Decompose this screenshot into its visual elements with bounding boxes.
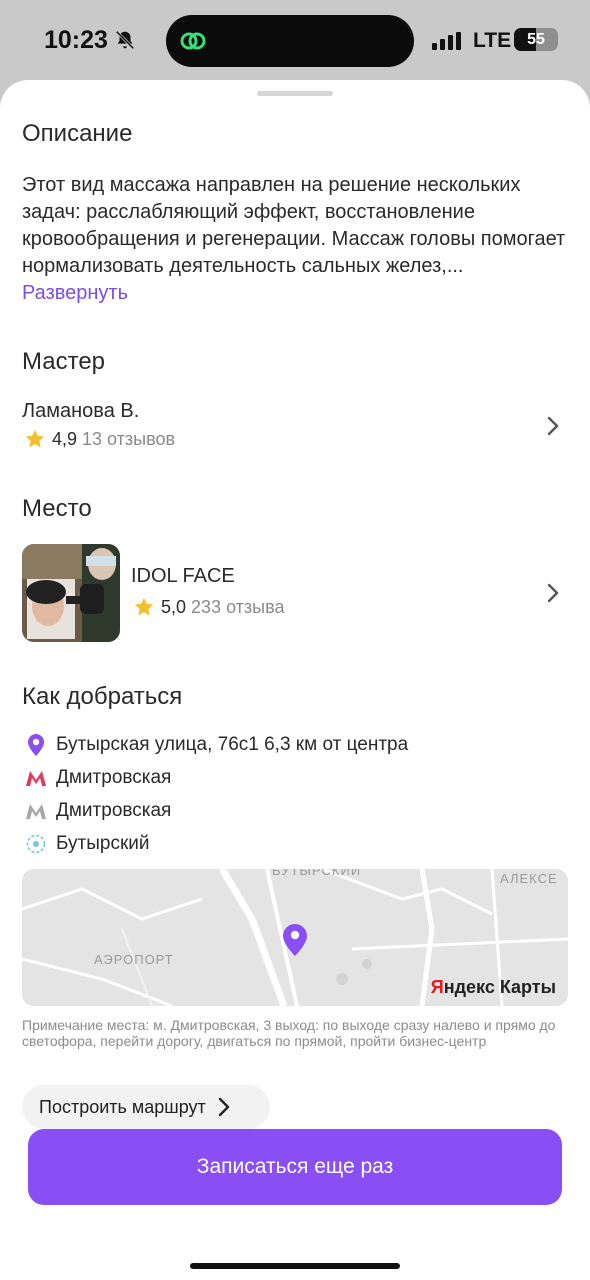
signal-icon [432,32,461,50]
build-route-label: Построить маршрут [39,1096,206,1117]
master-rating-value: 4,9 [52,428,78,449]
metro-station-1: Дмитровская [56,767,172,788]
star-icon [134,597,154,616]
sheet-grabber[interactable] [257,91,333,96]
place-rating: 5,0 233 отзыва [133,596,285,618]
master-reviews-count: 13 отзывов [82,428,176,449]
place-rating-value: 5,0 [161,596,187,617]
status-time: 10:23 [44,26,108,54]
master-title: Мастер [22,348,106,375]
description-title: Описание [22,120,133,147]
map-label-district-2: АЛЕКСЕ [500,871,558,886]
station-row: Бутырский [24,832,150,856]
location-pin-icon [28,734,44,756]
metro-row-1: Дмитровская [24,766,171,790]
address-text: Бутырская улица, 76с1 6,3 км от центра [56,734,409,755]
rail-station-icon [26,834,46,854]
master-rating: 4,9 13 отзывов [24,428,175,450]
address-row: Бутырская улица, 76с1 6,3 км от центра [24,733,408,757]
chevron-right-icon [547,416,559,436]
place-reviews-count: 233 отзыва [191,596,285,617]
yandex-maps-logo: Яндекс Карты [430,977,556,997]
battery-level: 55 [527,31,545,48]
details-sheet: Описание Этот вид массажа направлен на р… [0,80,590,1280]
star-icon [25,429,45,448]
map-label-aeroport: АЭРОПОРТ [94,952,174,967]
dynamic-island [166,15,414,67]
station-name: Бутырский [56,833,150,854]
metro-grey-icon [26,804,46,819]
chevron-right-icon [218,1097,229,1117]
description-body: Этот вид массажа направлен на решение не… [22,174,566,277]
place-name: IDOL FACE [131,565,235,587]
bell-muted-icon [115,30,135,50]
place-title: Место [22,495,92,522]
description-text: Этот вид массажа направлен на решение не… [22,172,572,307]
directions-title: Как добраться [22,683,183,710]
place-note: Примечание места: м. Дмитровская, 3 выхо… [22,1017,556,1049]
battery-icon: 55 [514,28,558,51]
metro-red-icon [26,771,46,786]
metro-station-2: Дмитровская [56,800,172,821]
book-again-button[interactable]: Записаться еще раз [28,1129,562,1205]
metro-row-2: Дмитровская [24,799,171,823]
home-indicator[interactable] [190,1263,400,1269]
master-name: Ламанова В. [22,400,140,422]
build-route-button[interactable]: Построить маршрут [22,1085,270,1129]
map-label-district: БУТЫРСКИЙ [272,869,362,878]
map-preview[interactable]: БУТЫРСКИЙ АЛЕКСЕ АЭРОПОРТ Яндекс Карты [22,869,568,1006]
network-type: LTE [473,29,512,52]
chevron-right-icon [547,583,559,603]
place-photo [22,544,120,642]
expand-link[interactable]: Развернуть [22,282,128,304]
status-bar: 10:23 LTE 55 [0,0,590,80]
app-activity-icon [180,32,206,50]
